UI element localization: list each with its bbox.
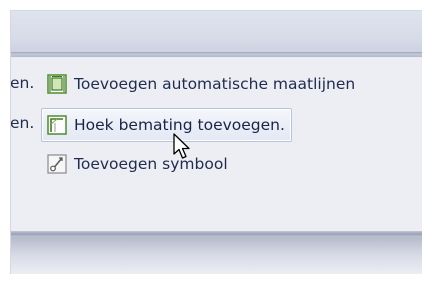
menu-item-label: Toevoegen automatische maatlijnen [74, 75, 356, 93]
auto-dimension-icon [47, 74, 67, 94]
menu-item-label: Toevoegen symbool [74, 155, 228, 173]
angle-dimension-icon [47, 115, 67, 135]
truncated-prefix-text: en. [10, 74, 35, 92]
ribbon-bottom-band [11, 237, 422, 274]
menu-item-add-symbol[interactable]: Toevoegen symbool [47, 151, 228, 177]
menu-item-angle-dimension[interactable]: Hoek bemating toevoegen. [41, 108, 292, 142]
menu-item-auto-dimensions[interactable]: Toevoegen automatische maatlijnen [47, 71, 355, 97]
dropdown-panel: en. Toevoegen automatische maatlijnen en… [11, 58, 422, 232]
add-symbol-icon [47, 154, 67, 174]
ribbon-frame: en. Toevoegen automatische maatlijnen en… [10, 10, 422, 274]
truncated-prefix-text: en. [10, 114, 35, 132]
menu-item-label: Hoek bemating toevoegen. [74, 116, 285, 134]
arrow-cursor-icon [172, 133, 194, 161]
ribbon-top-band [11, 11, 422, 52]
